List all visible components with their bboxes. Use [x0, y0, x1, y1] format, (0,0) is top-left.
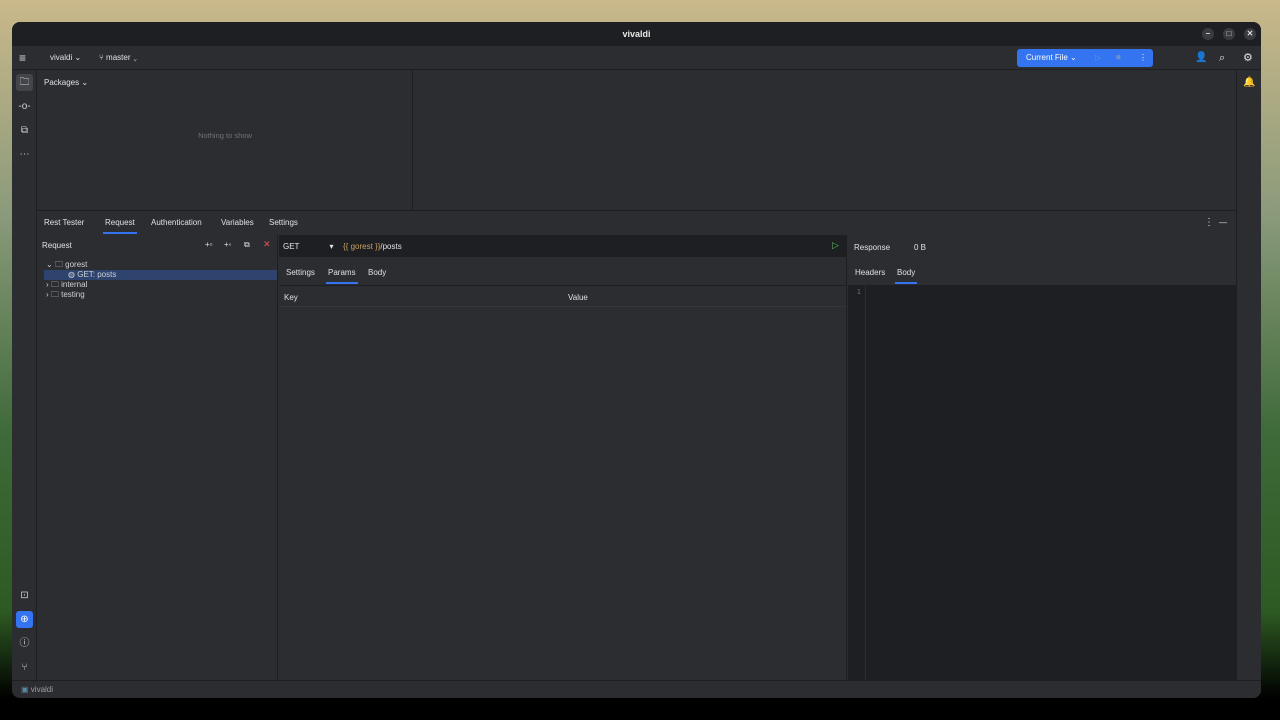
- response-title: Response: [854, 243, 891, 252]
- tab-request[interactable]: Request: [103, 211, 137, 235]
- notifications-bell-icon[interactable]: 🔔: [1241, 74, 1258, 91]
- add-folder-icon[interactable]: +◦: [224, 240, 232, 249]
- problems-icon[interactable]: ⓘ: [16, 635, 33, 652]
- search-icon[interactable]: ⌕: [1219, 46, 1225, 70]
- tree-label: gorest: [65, 260, 88, 269]
- main-menu-icon[interactable]: ≡: [19, 46, 26, 70]
- response-body-editor[interactable]: 1: [848, 285, 1236, 681]
- response-pane: Response 0 B Headers Body 1: [848, 235, 1236, 681]
- globe-icon: ◍: [68, 270, 75, 279]
- request-pane-title: Request: [42, 241, 72, 250]
- tree-item-gorest[interactable]: ⌄ 🗀 gorest: [46, 260, 87, 270]
- method-select[interactable]: GET ▾: [283, 242, 333, 251]
- url-bar: GET ▾ {{ gorest }}/posts ▷: [279, 235, 846, 257]
- tab-headers[interactable]: Headers: [855, 261, 885, 285]
- branch-name: master: [106, 53, 131, 62]
- column-key: Key: [284, 293, 298, 302]
- project-selector[interactable]: vivaldi ⌄: [50, 46, 81, 70]
- tree-label: testing: [61, 290, 85, 299]
- git-icon[interactable]: ⑂: [16, 659, 33, 676]
- tab-body[interactable]: Body: [368, 261, 386, 285]
- tool-window-title: Rest Tester: [44, 218, 85, 227]
- right-tool-strip: 🔔: [1236, 70, 1261, 680]
- run-config-label: Current File: [1026, 53, 1068, 62]
- minimize-button[interactable]: –: [1202, 28, 1214, 40]
- url-input[interactable]: {{ gorest }}/posts: [343, 242, 402, 251]
- tree-label: internal: [61, 280, 88, 289]
- delete-icon[interactable]: ✕: [263, 239, 271, 250]
- run-config-selector[interactable]: Current File ⌄: [1026, 49, 1077, 67]
- ide-window: vivaldi – □ ✕ ≡ vivaldi ⌄ ⑂ master ⌄ Cur…: [12, 22, 1261, 698]
- project-icon: ▣: [21, 685, 29, 694]
- window-title: vivaldi: [622, 29, 651, 39]
- request-editor: GET ▾ {{ gorest }}/posts ▷ Settings Param…: [279, 235, 847, 681]
- send-request-icon[interactable]: ▷: [832, 240, 839, 251]
- branch-selector[interactable]: ⑂ master ⌄: [99, 46, 138, 70]
- main-toolbar: ≡ vivaldi ⌄ ⑂ master ⌄ Current File ⌄ ▷ …: [12, 46, 1261, 70]
- left-tool-strip: 🗀 -o- ⧉ ⋯ ⊡ ⊕ ⓘ ⑂: [12, 70, 37, 680]
- more-icon[interactable]: ⋮: [1139, 49, 1147, 67]
- run-widget: Current File ⌄ ▷ ✹ ⋮: [1017, 49, 1153, 67]
- packages-panel: Packages ⌄ Nothing to show: [37, 70, 413, 210]
- tree-item-get-posts[interactable]: ◍ GET: posts: [44, 270, 277, 280]
- tab-request-settings[interactable]: Settings: [286, 261, 315, 285]
- hide-icon[interactable]: —: [1219, 211, 1227, 235]
- project-folder-icon[interactable]: 🗀: [16, 74, 33, 91]
- gear-icon[interactable]: ⚙: [1243, 46, 1253, 70]
- url-variable: {{ gorest }}: [343, 242, 381, 251]
- project-name: vivaldi: [50, 53, 73, 62]
- tab-response-body[interactable]: Body: [894, 261, 918, 285]
- terminal-icon[interactable]: ⊡: [16, 587, 33, 604]
- empty-message: Nothing to show: [198, 131, 252, 140]
- tab-variables[interactable]: Variables: [221, 211, 254, 235]
- branch-icon: ⑂: [99, 53, 104, 62]
- options-icon[interactable]: ⋮: [1204, 211, 1214, 235]
- tab-authentication[interactable]: Authentication: [151, 211, 202, 235]
- tree-item-testing[interactable]: › 🗀 testing: [46, 290, 85, 300]
- tab-params[interactable]: Params: [326, 261, 358, 285]
- copy-icon[interactable]: ⧉: [244, 240, 250, 250]
- status-bar: ▣ vivaldi: [12, 680, 1261, 698]
- response-size: 0 B: [914, 243, 927, 252]
- add-request-icon[interactable]: +▫: [205, 240, 213, 249]
- more-tools-icon[interactable]: ⋯: [16, 146, 33, 163]
- debug-icon[interactable]: ✹: [1115, 49, 1122, 67]
- tab-settings[interactable]: Settings: [269, 211, 298, 235]
- request-tree-pane: Request +▫ +◦ ⧉ ✕ ⌄ 🗀 gorest ◍ GET: post…: [37, 235, 278, 681]
- globe-icon[interactable]: ⊕: [16, 611, 33, 628]
- run-icon[interactable]: ▷: [1095, 49, 1101, 67]
- url-path: /posts: [380, 242, 402, 251]
- column-value: Value: [568, 293, 588, 302]
- packages-dropdown[interactable]: Packages ⌄: [44, 78, 88, 87]
- line-number: 1: [857, 289, 861, 296]
- status-project[interactable]: vivaldi: [31, 685, 53, 694]
- method-label: GET: [283, 242, 300, 251]
- maximize-button[interactable]: □: [1223, 28, 1235, 40]
- close-button[interactable]: ✕: [1244, 28, 1256, 40]
- structure-icon[interactable]: ⧉: [16, 122, 33, 139]
- rest-tester-tool-window: Rest Tester Request Authentication Varia…: [37, 210, 1236, 681]
- add-user-icon[interactable]: 👤: [1195, 46, 1207, 70]
- packages-title: Packages: [44, 78, 80, 87]
- title-bar: vivaldi – □ ✕: [12, 22, 1261, 46]
- tree-label: GET: posts: [77, 270, 117, 279]
- tree-item-internal[interactable]: › 🗀 internal: [46, 280, 87, 290]
- editor-area: [414, 70, 1236, 210]
- commit-icon[interactable]: -o-: [16, 98, 33, 115]
